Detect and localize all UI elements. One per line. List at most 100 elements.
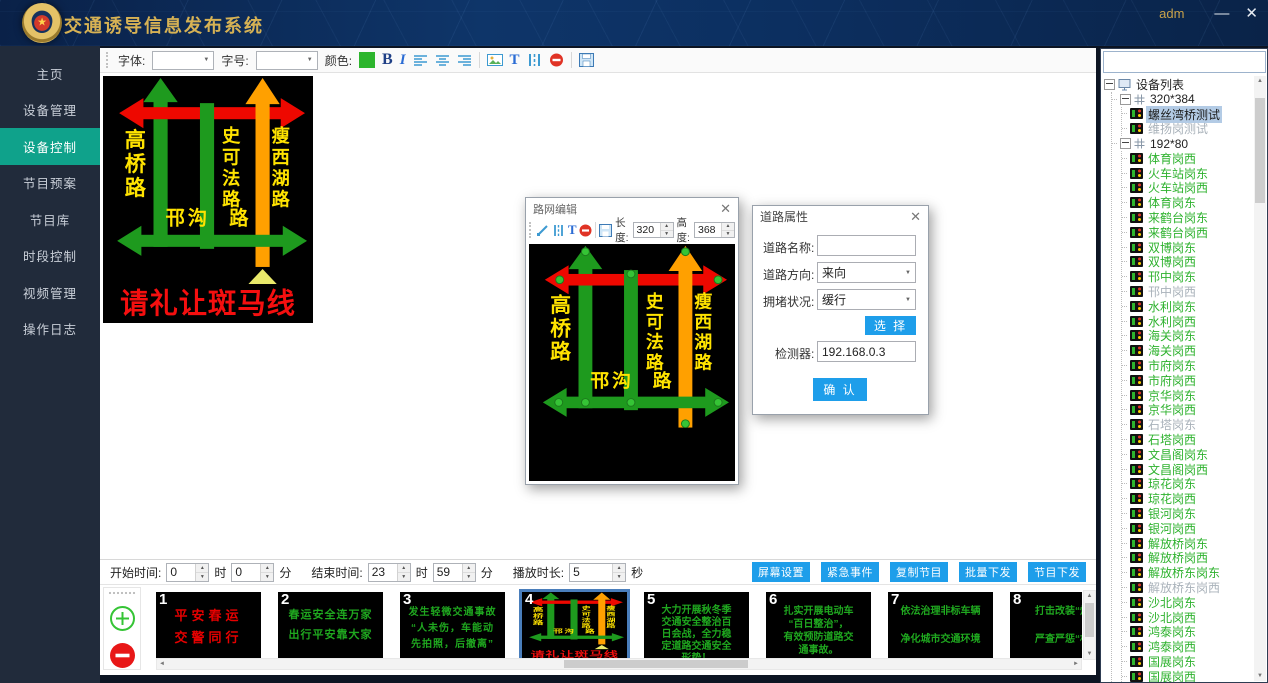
sidebar-item-4[interactable]: 节目库 xyxy=(0,201,100,238)
sign-preview[interactable]: 高桥路史可法路瘦西湖路邗沟路请礼让斑马线 xyxy=(103,76,313,323)
tree-expander[interactable] xyxy=(1104,79,1115,90)
delete-button[interactable] xyxy=(579,224,592,237)
step-down-icon[interactable]: ▼ xyxy=(261,573,273,581)
step-up-icon[interactable]: ▲ xyxy=(261,564,273,573)
tree-group-1[interactable]: 192*80 xyxy=(1148,137,1190,151)
minimize-button[interactable]: — xyxy=(1214,6,1229,21)
search-input[interactable] xyxy=(1103,51,1266,73)
insert-image-button[interactable] xyxy=(487,53,503,67)
sidebar-item-7[interactable]: 操作日志 xyxy=(0,311,100,348)
draw-line-button[interactable] xyxy=(536,224,549,237)
road-tool-button[interactable] xyxy=(552,224,565,237)
tree-group-0[interactable]: 320*384 xyxy=(1148,92,1197,106)
road-tool-button[interactable] xyxy=(527,53,542,67)
tree-scrollbar[interactable]: ▲ ▼ xyxy=(1254,76,1266,681)
close-icon[interactable]: ✕ xyxy=(910,210,921,223)
step-up-icon[interactable]: ▲ xyxy=(196,564,208,573)
panel-grip[interactable] xyxy=(108,591,136,595)
text-tool-button[interactable]: T xyxy=(510,52,520,69)
traffic-sign-editor[interactable]: 高桥路史可法路瘦西湖路邗沟路 xyxy=(529,244,735,481)
roadnet-canvas[interactable]: 高桥路史可法路瘦西湖路邗沟路 xyxy=(529,244,735,481)
sidebar-item-0[interactable]: 主页 xyxy=(0,55,100,92)
playlist-item-4[interactable]: 4高桥路史可法路瘦西湖路邗沟路请礼让斑马线 xyxy=(519,589,630,663)
scroll-up-icon[interactable]: ▲ xyxy=(1084,591,1095,601)
toolbar-grip[interactable] xyxy=(529,222,533,238)
step-down-icon[interactable]: ▼ xyxy=(661,231,673,238)
sidebar-item-1[interactable]: 设备管理 xyxy=(0,92,100,129)
road-direction-select[interactable]: 来向▼ xyxy=(817,262,916,283)
action-button-2[interactable]: 复制节目 xyxy=(890,562,948,582)
color-swatch[interactable] xyxy=(359,52,375,68)
sidebar-item-2[interactable]: 设备控制 xyxy=(0,128,100,165)
toolbar-grip[interactable] xyxy=(106,52,111,68)
sidebar-item-3[interactable]: 节目预案 xyxy=(0,165,100,202)
step-down-icon[interactable]: ▼ xyxy=(613,573,625,581)
font-size-select[interactable]: ▼ xyxy=(256,51,318,70)
start-minute-stepper[interactable]: 0▲▼ xyxy=(231,563,274,582)
duration-stepper[interactable]: 5▲▼ xyxy=(569,563,626,582)
step-up-icon[interactable]: ▲ xyxy=(398,564,410,573)
dialog-titlebar[interactable]: 道路属性 ✕ xyxy=(753,206,928,227)
road-name-input[interactable] xyxy=(817,235,916,256)
remove-program-button[interactable] xyxy=(109,642,136,669)
text-tool-button[interactable]: T xyxy=(568,222,577,238)
action-button-4[interactable]: 节目下发 xyxy=(1028,562,1086,582)
scroll-left-icon[interactable]: ◄ xyxy=(157,659,167,669)
scrollbar-thumb[interactable] xyxy=(1085,603,1094,637)
action-button-1[interactable]: 紧急事件 xyxy=(821,562,879,582)
tree-device-item[interactable]: 维扬岗测试 xyxy=(1146,120,1210,137)
close-button[interactable]: ✕ xyxy=(1245,6,1258,21)
playlist-item-7[interactable]: 7依法治理非标车辆净化城市交通环境 xyxy=(888,592,993,660)
font-select[interactable]: ▼ xyxy=(152,51,214,70)
length-stepper[interactable]: 320▲▼ xyxy=(633,222,674,238)
step-down-icon[interactable]: ▼ xyxy=(463,573,475,581)
scroll-down-icon[interactable]: ▼ xyxy=(1254,671,1266,681)
playlist-item-5[interactable]: 5大力开展秋冬季交通安全整治百日会战，全力稳定道路交通安全形势！ xyxy=(644,592,749,660)
detector-input[interactable]: 192.168.0.3 xyxy=(817,341,916,362)
start-hour-stepper[interactable]: 0▲▼ xyxy=(166,563,209,582)
action-button-0[interactable]: 屏幕设置 xyxy=(752,562,810,582)
end-minute-stepper[interactable]: 59▲▼ xyxy=(433,563,476,582)
scroll-right-icon[interactable]: ► xyxy=(1071,659,1081,669)
end-hour-stepper[interactable]: 23▲▼ xyxy=(368,563,411,582)
playlist-item-8[interactable]: 8打击改装“炸严查严惩“机 xyxy=(1010,592,1082,660)
sidebar-item-6[interactable]: 视频管理 xyxy=(0,274,100,311)
tree-expander[interactable] xyxy=(1120,138,1131,149)
sidebar-item-5[interactable]: 时段控制 xyxy=(0,238,100,275)
congestion-select[interactable]: 缓行▼ xyxy=(817,289,916,310)
align-center-button[interactable] xyxy=(435,54,450,67)
delete-button[interactable] xyxy=(549,53,564,67)
add-program-button[interactable] xyxy=(109,605,136,632)
playlist-item-6[interactable]: 6扎实开展电动车“百日整治”，有效预防道路交通事故。 xyxy=(766,592,871,660)
tree-expander[interactable] xyxy=(1120,94,1131,105)
traffic-sign-preview[interactable]: 高桥路史可法路瘦西湖路邗沟路请礼让斑马线 xyxy=(103,76,313,323)
scroll-up-icon[interactable]: ▲ xyxy=(1254,76,1266,86)
playlist-item-1[interactable]: 1平安春运交警同行 xyxy=(156,592,261,660)
close-icon[interactable]: ✕ xyxy=(720,202,731,215)
dialog-titlebar[interactable]: 路网编辑 ✕ xyxy=(526,198,738,219)
roadnet-sign[interactable]: 高桥路史可法路瘦西湖路邗沟路 xyxy=(529,244,735,481)
height-stepper[interactable]: 368▲▼ xyxy=(694,222,735,238)
confirm-button[interactable]: 确 认 xyxy=(813,378,867,401)
playlist-item-2[interactable]: 2春运安全连万家出行平安靠大家 xyxy=(278,592,383,660)
action-button-3[interactable]: 批量下发 xyxy=(959,562,1017,582)
save-icon[interactable] xyxy=(599,224,612,237)
step-up-icon[interactable]: ▲ xyxy=(613,564,625,573)
italic-button[interactable]: I xyxy=(400,52,406,69)
step-up-icon[interactable]: ▲ xyxy=(722,223,734,231)
tree-device-item[interactable]: 国展岗西 xyxy=(1146,668,1198,682)
bold-button[interactable]: B xyxy=(382,51,393,69)
align-right-button[interactable] xyxy=(457,54,472,67)
playlist-item-3[interactable]: 3发生轻微交通事故“人未伤，车能动先拍照，后撤离” xyxy=(400,592,505,660)
tree-root-label[interactable]: 设备列表 xyxy=(1134,77,1186,93)
step-down-icon[interactable]: ▼ xyxy=(398,573,410,581)
step-down-icon[interactable]: ▼ xyxy=(196,573,208,581)
playlist-vertical-scrollbar[interactable]: ▲ ▼ xyxy=(1083,590,1096,660)
scrollbar-thumb[interactable] xyxy=(564,660,749,668)
step-up-icon[interactable]: ▲ xyxy=(661,223,673,231)
select-button[interactable]: 选 择 xyxy=(865,316,916,335)
step-up-icon[interactable]: ▲ xyxy=(463,564,475,573)
scrollbar-thumb[interactable] xyxy=(1255,98,1265,203)
save-icon[interactable] xyxy=(579,53,594,67)
playlist-horizontal-scrollbar[interactable]: ◄ ► xyxy=(156,658,1082,670)
